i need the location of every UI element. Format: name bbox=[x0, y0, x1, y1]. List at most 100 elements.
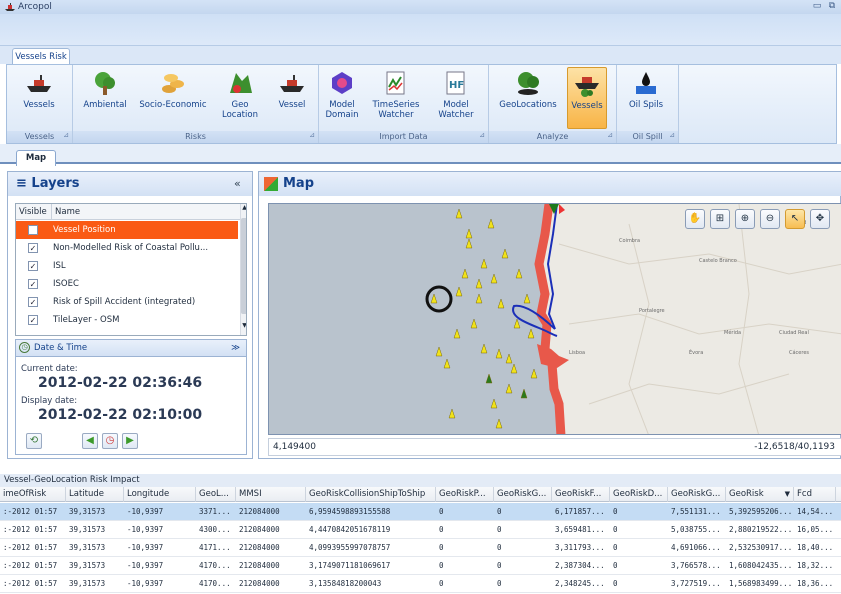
column-header[interactable]: GeoRiskF... bbox=[552, 487, 610, 502]
zoom-box-icon[interactable]: ⊞ bbox=[710, 209, 730, 229]
ribbon-button-geolocations[interactable]: GeoLocations bbox=[493, 67, 563, 129]
column-header[interactable]: GeoL... bbox=[196, 487, 236, 502]
table-cell: 3,1749071181069617 bbox=[309, 561, 391, 570]
column-header-label: Longitude bbox=[127, 489, 170, 499]
group-launcher-icon[interactable]: ⊿ bbox=[607, 129, 613, 141]
map-canvas[interactable]: CoimbraCastelo BrancoPortalegreCáceresMa… bbox=[268, 203, 841, 435]
column-header[interactable]: Longitude bbox=[124, 487, 196, 502]
table-cell: 0 bbox=[497, 525, 502, 534]
current-time-button[interactable]: ◷ bbox=[102, 433, 118, 449]
ribbon-button-vessels-analyze[interactable]: Vessels bbox=[567, 67, 607, 129]
table-row[interactable]: :-2012 01:57 39,31573 -10,9397 4300... 21208… bbox=[0, 521, 841, 539]
column-header[interactable]: Latitude bbox=[66, 487, 124, 502]
pan-hand-icon[interactable]: ✋ bbox=[685, 209, 705, 229]
select-arrow-icon[interactable]: ↖ bbox=[785, 209, 805, 229]
land bbox=[539, 204, 841, 434]
collapse-panel-button[interactable]: « bbox=[234, 177, 241, 190]
ribbon-button-model-domain[interactable]: Model Domain bbox=[321, 67, 363, 129]
zoom-out-icon[interactable]: ⊖ bbox=[760, 209, 780, 229]
map-status-bar: 4,149400 -12,6518/40,1193 bbox=[268, 438, 841, 456]
column-header[interactable]: Fcd bbox=[794, 487, 836, 502]
ribbon-button-oil-spils[interactable]: Oil Spils bbox=[623, 67, 669, 129]
minimize-button[interactable]: ▭ bbox=[811, 1, 823, 12]
refresh-icon: ⟲ bbox=[29, 435, 39, 446]
table-cell: :-2012 01:57 bbox=[3, 561, 58, 570]
scroll-thumb[interactable] bbox=[241, 218, 246, 314]
layer-row[interactable]: Vessel Position bbox=[16, 221, 238, 239]
map-panel: Map Coimbra Castelo Branco Portalegre Cácer… bbox=[258, 171, 841, 459]
ribbon-button-label: GeoLocations bbox=[499, 100, 557, 110]
layer-name: ISOEC bbox=[53, 279, 79, 289]
zoom-in-icon[interactable]: ⊕ bbox=[735, 209, 755, 229]
scroll-up-arrow[interactable]: ▲ bbox=[241, 204, 246, 214]
layer-name: ISL bbox=[53, 261, 66, 271]
column-header[interactable]: GeoRiskP... bbox=[436, 487, 494, 502]
ribbon-button-timeseries-watcher[interactable]: TimeSeries Watcher bbox=[365, 67, 427, 129]
visibility-checkbox[interactable]: ✓ bbox=[28, 297, 38, 307]
expand-icon[interactable]: ≫ bbox=[231, 340, 240, 357]
table-cell: 212084000 bbox=[239, 579, 280, 588]
column-header[interactable]: imeOfRisk bbox=[0, 487, 66, 502]
layer-row[interactable]: ✓ ISL bbox=[16, 257, 238, 275]
layer-name: TileLayer - OSM bbox=[53, 315, 120, 325]
visibility-checkbox[interactable]: ✓ bbox=[28, 243, 38, 253]
tab-map[interactable]: Map bbox=[16, 150, 56, 166]
table-row[interactable]: :-2012 01:57 39,31573 -10,9397 3371... 21208… bbox=[0, 503, 841, 521]
column-header[interactable]: GeoRiskG... bbox=[494, 487, 552, 502]
ribbon-button-vessels[interactable]: Vessels bbox=[11, 67, 67, 129]
ribbon-button-vessel[interactable]: Vessel bbox=[269, 67, 315, 129]
layer-list-scrollbar[interactable]: ▲ ▼ bbox=[240, 204, 246, 335]
table-cell: 2,880219522... bbox=[729, 525, 793, 534]
table-cell: 4170... bbox=[199, 579, 231, 588]
map-drawing[interactable]: CoimbraCastelo BrancoPortalegreCáceresMa… bbox=[269, 204, 841, 435]
step-back-button[interactable]: ◀ bbox=[82, 433, 98, 449]
table-cell: 39,31573 bbox=[69, 579, 106, 588]
column-header-name[interactable]: Name bbox=[52, 204, 240, 220]
column-header[interactable]: GeoRiskCollisionShipToShip bbox=[306, 487, 436, 502]
visibility-checkbox[interactable]: ✓ bbox=[28, 279, 38, 289]
ribbon-tab-vessels-risk[interactable]: Vessels Risk bbox=[12, 48, 70, 65]
table-cell: 39,31573 bbox=[69, 561, 106, 570]
app-title: Arcopol bbox=[18, 2, 52, 12]
town-label: Portalegre bbox=[639, 308, 665, 314]
table-cell: 5,392595206... bbox=[729, 507, 793, 516]
table-row[interactable]: :-2012 01:57 39,31573 -10,9397 4170... 21208… bbox=[0, 557, 841, 575]
restore-button[interactable]: ⧉ bbox=[826, 1, 838, 12]
layer-list: Visible Name Vessel Position ✓ Non-Modelle… bbox=[15, 203, 247, 336]
ribbon-group-oil-spill: Oil Spils Oil Spill ⊿ bbox=[617, 65, 679, 143]
full-extent-icon[interactable]: ✥ bbox=[810, 209, 830, 229]
ribbon-button-ambiental[interactable]: Ambiental bbox=[79, 67, 131, 129]
table-row[interactable]: :-2012 01:57 39,31573 -10,9397 4170... 21208… bbox=[0, 575, 841, 593]
column-header-visible[interactable]: Visible bbox=[16, 204, 52, 220]
group-launcher-icon[interactable]: ⊿ bbox=[63, 129, 69, 141]
layer-row[interactable]: ✓ ISOEC bbox=[16, 275, 238, 293]
column-header[interactable]: GeoRiskD... bbox=[610, 487, 668, 502]
ribbon-button-socio-economic[interactable]: Socio-Economic bbox=[133, 67, 213, 129]
step-forward-button[interactable]: ▶ bbox=[122, 433, 138, 449]
column-header[interactable]: GeoRiskG... bbox=[668, 487, 726, 502]
visibility-checkbox[interactable] bbox=[28, 225, 38, 235]
ribbon-button-model-watcher[interactable]: HF Model Watcher bbox=[431, 67, 481, 129]
table-row[interactable]: :-2012 01:57 39,31573 -10,9397 4171... 21208… bbox=[0, 539, 841, 557]
layer-row[interactable]: ✓ TileLayer - OSM bbox=[16, 311, 238, 329]
datetime-header[interactable]: ◷ Date & Time ≫ bbox=[15, 339, 247, 357]
column-header[interactable]: MMSI bbox=[236, 487, 306, 502]
group-launcher-icon[interactable]: ⊿ bbox=[669, 129, 675, 141]
group-launcher-icon[interactable]: ⊿ bbox=[479, 129, 485, 141]
column-header-label: imeOfRisk bbox=[3, 489, 47, 499]
visibility-checkbox[interactable]: ✓ bbox=[28, 261, 38, 271]
table-cell: 0 bbox=[497, 579, 502, 588]
layer-row[interactable]: ✓ Non-Modelled Risk of Coastal Pollu... bbox=[16, 239, 238, 257]
visibility-checkbox[interactable]: ✓ bbox=[28, 315, 38, 325]
sync-time-button[interactable]: ⟲ bbox=[26, 433, 42, 449]
layer-row[interactable]: ✓ Risk of Spill Accident (integrated) bbox=[16, 293, 238, 311]
table-cell: :-2012 01:57 bbox=[3, 525, 58, 534]
ribbon-group-risks: Ambiental Socio-Economic Geo Location Ve… bbox=[73, 65, 319, 143]
table-cell: -10,9397 bbox=[127, 525, 164, 534]
scroll-down-arrow[interactable]: ▼ bbox=[241, 322, 246, 332]
ribbon-group-vessels: Vessels Vessels ⊿ bbox=[7, 65, 73, 143]
column-header[interactable]: GeoRisk ▼ bbox=[726, 487, 794, 502]
group-launcher-icon[interactable]: ⊿ bbox=[309, 129, 315, 141]
ribbon-button-geo-location[interactable]: Geo Location bbox=[215, 67, 265, 129]
tree-icon bbox=[95, 72, 115, 95]
